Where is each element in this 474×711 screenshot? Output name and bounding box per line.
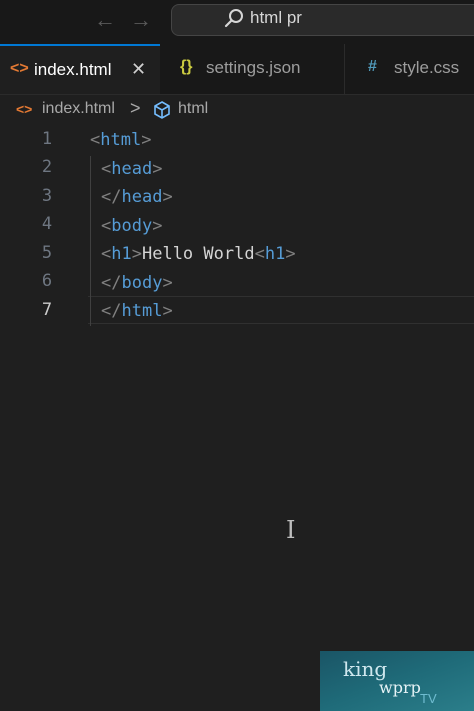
- search-text[interactable]: html pr: [250, 8, 302, 28]
- code-line[interactable]: </head>: [101, 183, 173, 211]
- tag-name: head: [121, 187, 163, 207]
- text-cursor-icon: I: [286, 516, 296, 544]
- tag-bracket: <: [90, 130, 101, 150]
- code-line-current[interactable]: </html>: [101, 297, 173, 325]
- tag-bracket: <: [101, 159, 112, 179]
- tag-bracket: >: [285, 244, 296, 264]
- tag-bracket: >: [152, 216, 163, 236]
- tag-bracket: <: [101, 244, 112, 264]
- tag-bracket: >: [162, 187, 173, 207]
- tag-bracket: >: [131, 244, 142, 264]
- text-content: Hello World: [141, 244, 255, 264]
- line-number-current: 7: [41, 300, 53, 320]
- tab-label: index.html: [34, 60, 112, 79]
- line-number: 1: [41, 129, 53, 149]
- tag-bracket: <: [101, 216, 112, 236]
- line-number: 4: [41, 214, 53, 234]
- line-number: 2: [41, 157, 53, 177]
- tag-name: body: [121, 273, 163, 293]
- tab-settings-json[interactable]: {} settings.json: [160, 44, 345, 94]
- html-file-icon: <>: [16, 101, 33, 117]
- arrow-right-icon[interactable]: →: [130, 8, 152, 32]
- css-file-icon: #: [368, 58, 377, 75]
- command-center-search[interactable]: [171, 4, 474, 36]
- tag-name: h1: [264, 244, 286, 264]
- title-bar: ← → html pr: [0, 0, 474, 44]
- tag-bracket: >: [141, 130, 152, 150]
- watermark-logo: king wprp TV: [320, 651, 474, 711]
- tag-bracket: >: [162, 273, 173, 293]
- tag-name: html: [100, 130, 142, 150]
- watermark-text: wprp: [379, 678, 421, 697]
- tag-bracket: </: [101, 273, 122, 293]
- breadcrumb-separator: >: [130, 98, 141, 118]
- tab-bar: <> index.html ✕ {} settings.json # style…: [0, 44, 474, 95]
- close-icon[interactable]: ✕: [131, 59, 146, 80]
- tag-name: body: [111, 216, 153, 236]
- code-line[interactable]: <html>: [90, 126, 151, 154]
- tag-bracket: >: [162, 301, 173, 321]
- search-icon: [224, 9, 243, 28]
- arrow-left-icon[interactable]: ←: [94, 8, 116, 32]
- breadcrumb-symbol[interactable]: html: [178, 100, 208, 118]
- tag-bracket: </: [101, 187, 122, 207]
- tab-label: settings.json: [206, 58, 301, 77]
- breadcrumb-file[interactable]: index.html: [42, 100, 115, 118]
- breadcrumb: <> index.html > html: [0, 96, 474, 126]
- tag-bracket: >: [152, 159, 163, 179]
- tab-index-html[interactable]: <> index.html ✕: [0, 44, 160, 94]
- tag-name: h1: [111, 244, 132, 264]
- tag-name: html: [121, 301, 163, 321]
- line-number: 3: [41, 186, 53, 206]
- code-line[interactable]: <body>: [101, 212, 162, 240]
- tag-bracket: <: [254, 244, 265, 264]
- code-line[interactable]: </body>: [101, 269, 173, 297]
- watermark-text: TV: [420, 691, 437, 706]
- cube-icon: [154, 101, 170, 119]
- tab-label: style.css: [394, 58, 460, 77]
- tab-style-css[interactable]: # style.css: [346, 44, 474, 94]
- code-editor[interactable]: 1 2 3 4 5 6 7 <html> <head> </head> <bod…: [0, 126, 474, 626]
- code-line[interactable]: <head>: [101, 155, 162, 183]
- tag-name: head: [111, 159, 153, 179]
- indent-guide: [90, 156, 91, 326]
- line-number: 5: [41, 243, 53, 263]
- code-line[interactable]: <h1>Hello World<h1>: [101, 240, 296, 268]
- line-number: 6: [41, 271, 53, 291]
- json-file-icon: {}: [180, 58, 193, 75]
- html-file-icon: <>: [10, 60, 29, 77]
- tag-bracket: </: [101, 301, 122, 321]
